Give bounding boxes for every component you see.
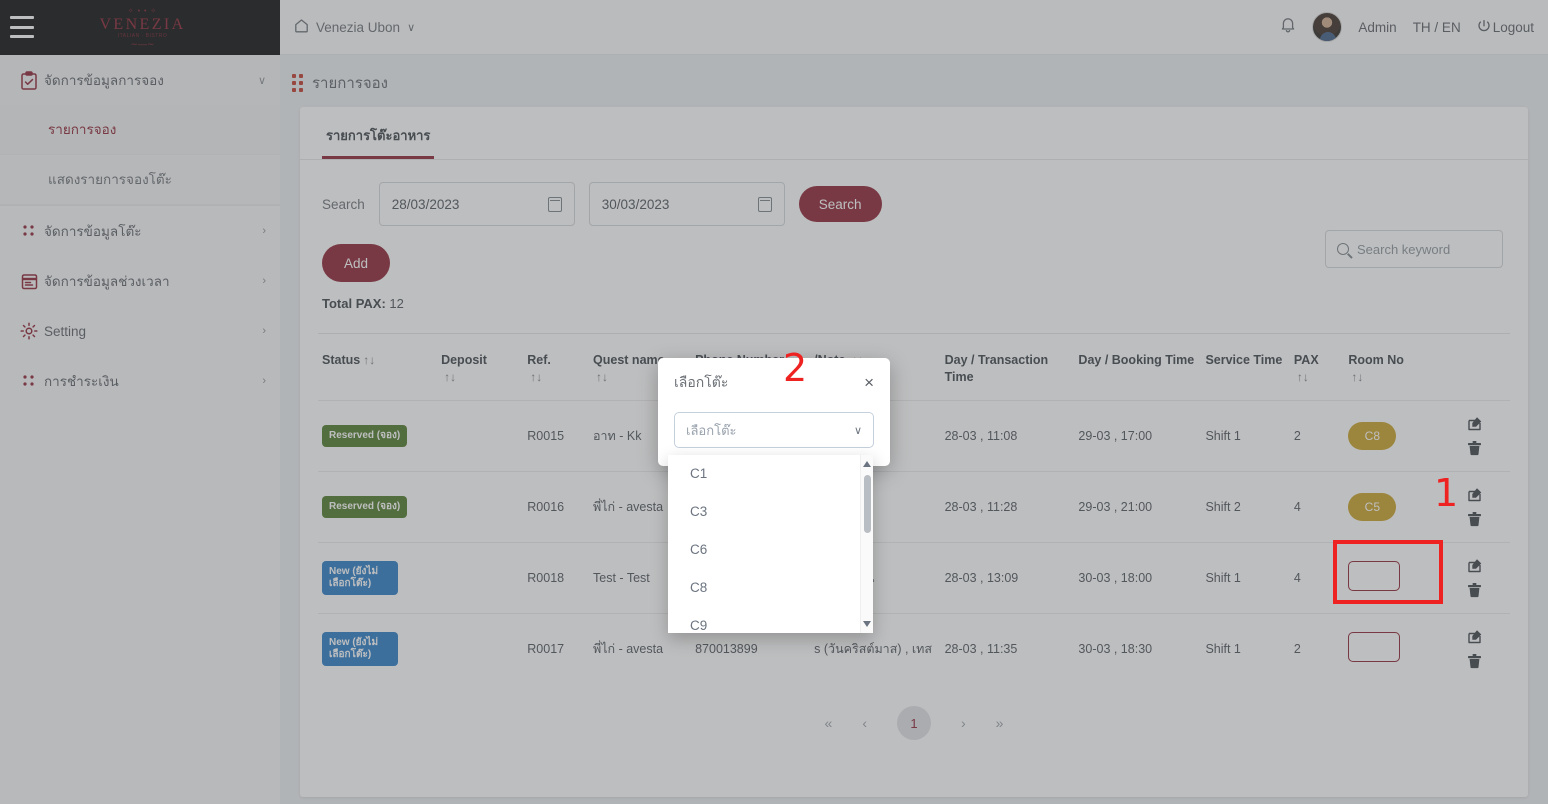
modal-title: เลือกโต๊ะ (674, 374, 729, 390)
select-table-modal: เลือกโต๊ะ × เลือกโต๊ะ ∨ (658, 358, 890, 466)
dropdown-option-c9[interactable]: C9 (668, 607, 873, 633)
app-root: ✧ • • ✧ VENEZIA ITALIAN · BISTRO ∼—∼ จัด… (0, 0, 1548, 804)
scroll-down-arrow-icon[interactable] (863, 621, 871, 627)
table-select-value: เลือกโต๊ะ (686, 422, 737, 438)
table-select[interactable]: เลือกโต๊ะ ∨ (674, 412, 874, 448)
annotation-number-2: 2 (783, 346, 808, 390)
close-icon[interactable]: × (864, 374, 874, 391)
chevron-down-icon: ∨ (853, 424, 862, 437)
dropdown-option-c8[interactable]: C8 (668, 569, 873, 607)
dropdown-option-c6[interactable]: C6 (668, 531, 873, 569)
annotation-number-1: 1 (1434, 471, 1459, 515)
scroll-up-arrow-icon[interactable] (863, 461, 871, 467)
table-select-dropdown: C1 C3 C6 C8 C9 (668, 455, 873, 633)
dropdown-option-c1[interactable]: C1 (668, 455, 873, 493)
scrollbar-thumb[interactable] (864, 475, 871, 533)
dropdown-scrollbar[interactable] (860, 455, 873, 633)
modal-header: เลือกโต๊ะ × (674, 372, 874, 394)
dropdown-option-c3[interactable]: C3 (668, 493, 873, 531)
dropdown-options: C1 C3 C6 C8 C9 (668, 455, 873, 633)
